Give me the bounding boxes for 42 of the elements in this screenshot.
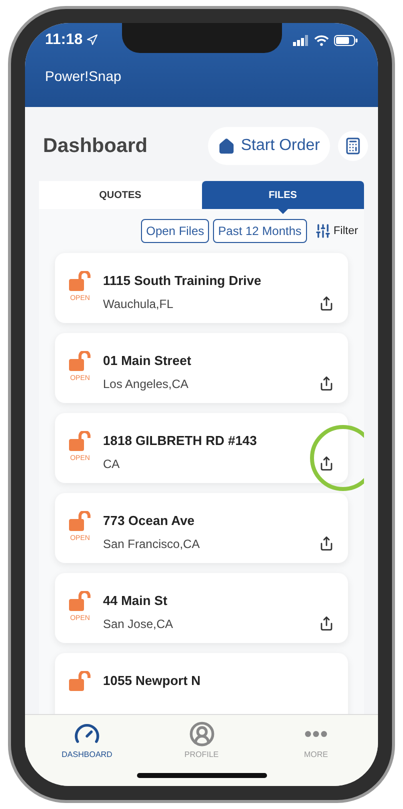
file-address: 1055 Newport N xyxy=(103,672,202,690)
share-icon[interactable] xyxy=(319,296,334,311)
file-address: 773 Ocean Ave xyxy=(103,512,196,530)
open-padlock-icon xyxy=(69,271,91,291)
file-location: CA xyxy=(103,456,121,472)
share-icon[interactable] xyxy=(319,616,334,631)
share-icon[interactable] xyxy=(319,376,334,391)
file-address: 1115 South Training Drive xyxy=(103,272,262,290)
filter-button[interactable]: Filter xyxy=(314,222,358,240)
file-address: 01 Main Street xyxy=(103,352,192,370)
filter-chip[interactable]: Past 12 Months xyxy=(213,219,307,243)
share-icon[interactable] xyxy=(319,536,334,551)
tab[interactable]: QUOTES xyxy=(39,181,202,209)
file-location: San Francisco,CA xyxy=(103,536,201,552)
start-order-button[interactable]: Start Order xyxy=(208,127,330,165)
open-padlock-icon xyxy=(69,671,91,691)
profile-icon xyxy=(188,721,214,747)
filter-chip[interactable]: Open Files xyxy=(141,219,210,243)
file-location: Los Angeles,CA xyxy=(103,376,190,392)
open-padlock-icon xyxy=(69,351,91,371)
calculator-button[interactable] xyxy=(338,131,368,161)
file-address: 1818 GILBRETH RD #143 xyxy=(103,432,258,450)
file-location: San Jose,CA xyxy=(103,616,174,632)
sliders-icon xyxy=(314,223,331,239)
wifi-icon xyxy=(314,34,329,46)
open-padlock-icon xyxy=(69,511,91,531)
share-icon[interactable] xyxy=(319,456,334,471)
more-icon xyxy=(305,731,327,737)
status-time: 11:18 xyxy=(45,30,83,50)
app-title: Power!Snap xyxy=(45,68,122,84)
open-padlock-icon xyxy=(69,591,91,611)
page-title: Dashboard xyxy=(43,134,148,159)
home-icon xyxy=(218,138,235,154)
battery-icon xyxy=(334,34,358,46)
calculator-icon xyxy=(344,137,362,155)
nav-item[interactable]: DASHBOARD xyxy=(47,721,127,761)
location-arrow-icon xyxy=(86,34,98,46)
file-address: 44 Main St xyxy=(103,592,168,610)
file-location: Wauchula,FL xyxy=(103,296,174,312)
file-card[interactable]: 1055 Newport N xyxy=(55,653,348,714)
open-padlock-icon xyxy=(69,431,91,451)
signal-icon xyxy=(293,34,309,46)
